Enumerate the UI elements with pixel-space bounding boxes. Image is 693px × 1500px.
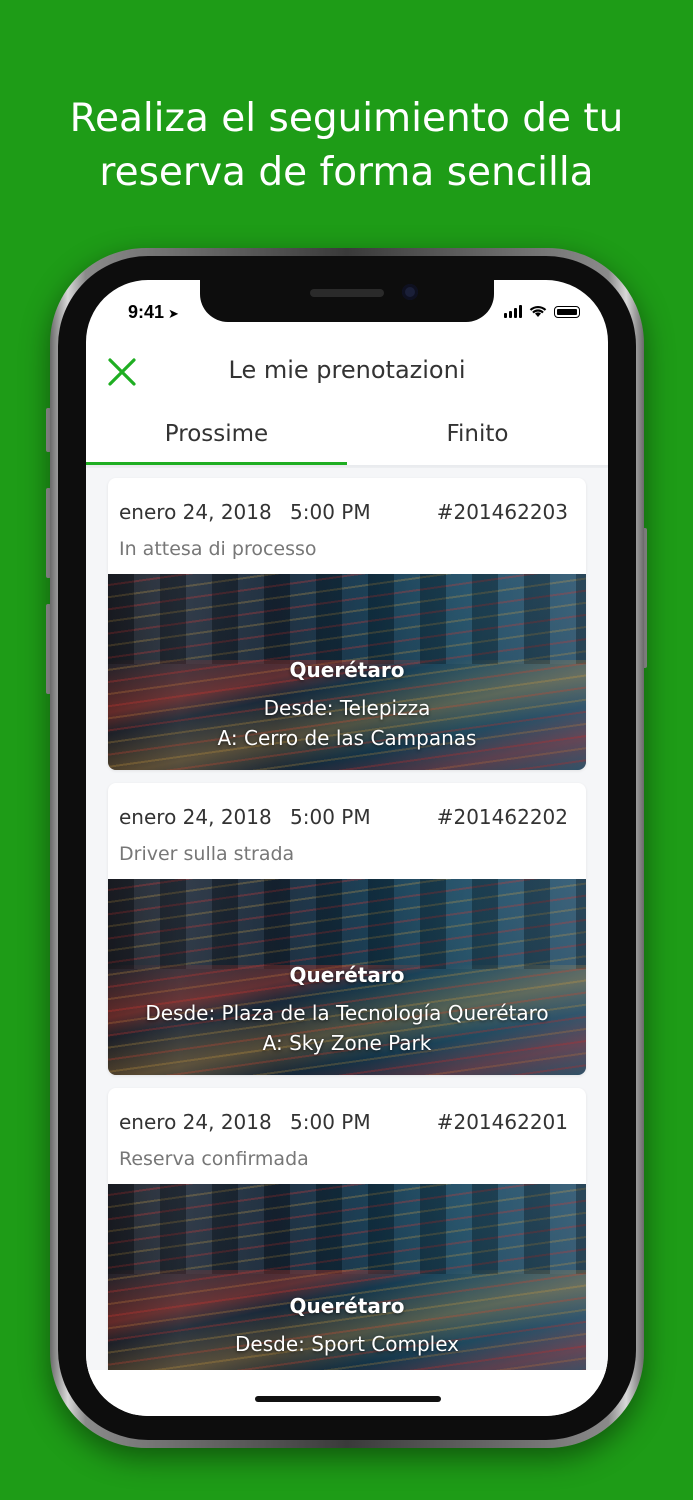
navigation-arrow-icon: ➤ bbox=[168, 306, 179, 321]
booking-status: In attesa di processo bbox=[119, 538, 317, 560]
booking-city: Querétaro bbox=[289, 658, 405, 682]
booking-status: Driver sulla strada bbox=[119, 843, 295, 865]
booking-city: Querétaro bbox=[289, 963, 405, 987]
booking-meta: enero 24, 2018 5:00 PM #201462202 Driver… bbox=[108, 783, 586, 879]
booking-status: Reserva confirmada bbox=[119, 1148, 309, 1170]
signal-icon bbox=[504, 304, 522, 318]
booking-meta: enero 24, 2018 5:00 PM #201462203 In att… bbox=[108, 478, 586, 574]
booking-time: 5:00 PM bbox=[290, 1110, 371, 1134]
booking-meta: enero 24, 2018 5:00 PM #201462201 Reserv… bbox=[108, 1088, 586, 1184]
booking-time: 5:00 PM bbox=[290, 500, 371, 524]
booking-id: #201462203 bbox=[436, 500, 568, 524]
home-indicator[interactable] bbox=[255, 1396, 441, 1402]
booking-city-image: Querétaro Desde: Telepizza A: Cerro de l… bbox=[108, 574, 586, 770]
headline-line-2: reserva de forma sencilla bbox=[99, 150, 594, 195]
notch bbox=[200, 280, 494, 322]
earpiece-speaker bbox=[310, 289, 384, 297]
booking-date: enero 24, 2018 bbox=[119, 805, 272, 829]
headline-line-1: Realiza el seguimiento de tu bbox=[69, 96, 624, 141]
bookings-list[interactable]: enero 24, 2018 5:00 PM #201462203 In att… bbox=[86, 468, 608, 1380]
tab-prossime[interactable]: Prossime bbox=[86, 408, 347, 460]
booking-time: 5:00 PM bbox=[290, 805, 371, 829]
app-bar: Le mie prenotazioni bbox=[86, 350, 608, 394]
booking-id: #201462202 bbox=[436, 805, 568, 829]
marketing-headline: Realiza el seguimiento de tu reserva de … bbox=[0, 92, 693, 200]
status-time: 9:41 ➤ bbox=[128, 302, 179, 322]
page-title: Le mie prenotazioni bbox=[228, 356, 466, 384]
booking-from: Desde: Telepizza bbox=[263, 696, 431, 720]
booking-to: A: Cerro de las Campanas bbox=[217, 726, 477, 750]
booking-city-image: Querétaro Desde: Plaza de la Tecnología … bbox=[108, 879, 586, 1075]
tab-finito[interactable]: Finito bbox=[347, 408, 608, 460]
phone-screen: 9:41 ➤ Le mie prenotazioni Prossime Finit… bbox=[86, 280, 608, 1416]
booking-from: Desde: Sport Complex bbox=[235, 1332, 459, 1356]
booking-date: enero 24, 2018 bbox=[119, 500, 272, 524]
booking-from: Desde: Plaza de la Tecnología Querétaro bbox=[145, 1001, 549, 1025]
tab-bar: Prossime Finito bbox=[86, 408, 608, 464]
booking-id: #201462201 bbox=[436, 1110, 568, 1134]
booking-card[interactable]: enero 24, 2018 5:00 PM #201462203 In att… bbox=[108, 478, 586, 770]
booking-city-image: Querétaro Desde: Sport Complex bbox=[108, 1184, 586, 1380]
booking-card[interactable]: enero 24, 2018 5:00 PM #201462201 Reserv… bbox=[108, 1088, 586, 1380]
wifi-icon bbox=[529, 305, 547, 317]
booking-card[interactable]: enero 24, 2018 5:00 PM #201462202 Driver… bbox=[108, 783, 586, 1075]
battery-icon bbox=[554, 306, 580, 318]
booking-to: A: Sky Zone Park bbox=[262, 1031, 432, 1055]
screen-bottom-area bbox=[86, 1370, 608, 1416]
booking-city: Querétaro bbox=[289, 1294, 405, 1318]
booking-date: enero 24, 2018 bbox=[119, 1110, 272, 1134]
front-camera bbox=[402, 284, 418, 300]
status-icons bbox=[504, 304, 580, 318]
